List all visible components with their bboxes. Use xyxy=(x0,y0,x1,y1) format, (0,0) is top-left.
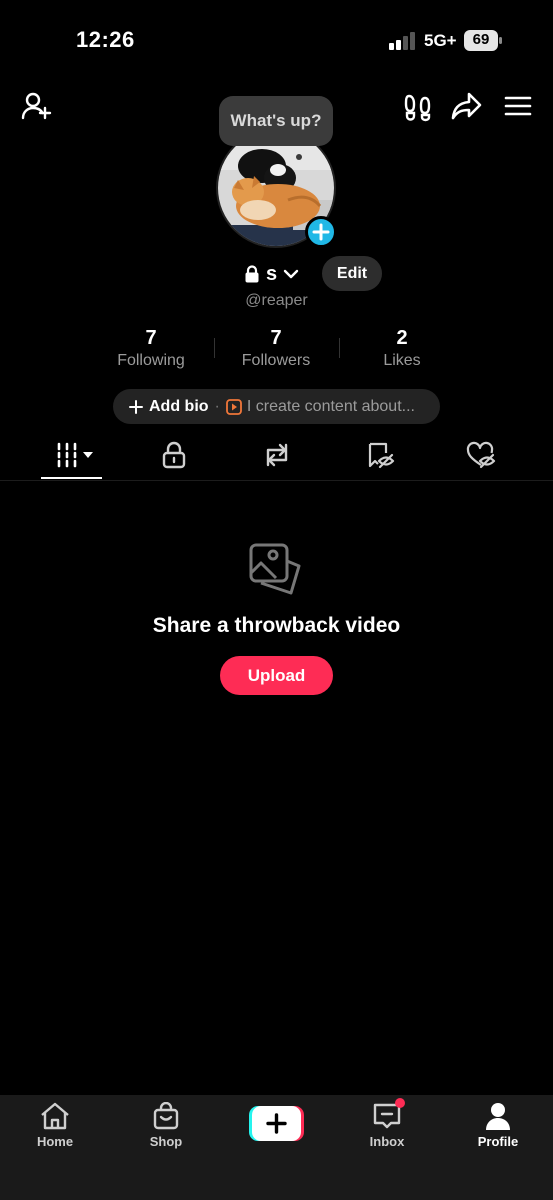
nav-label: Profile xyxy=(477,1134,519,1149)
stat-following[interactable]: 7 Following xyxy=(91,326,211,370)
status-time: 12:26 xyxy=(76,27,135,52)
stat-value: 7 xyxy=(145,327,157,349)
profile-name-row[interactable]: s xyxy=(244,262,299,286)
videos-grid-icon xyxy=(57,442,93,468)
repost-icon xyxy=(266,443,288,467)
stat-value: 7 xyxy=(270,327,282,349)
notification-dot xyxy=(395,1098,405,1108)
shopping-bag-icon xyxy=(153,1102,179,1130)
battery-icon: 69 xyxy=(464,30,502,51)
play-video-icon xyxy=(225,398,242,415)
upload-button[interactable]: Upload xyxy=(220,656,333,695)
active-tab-indicator xyxy=(41,477,102,479)
network-type: 5G+ xyxy=(424,31,457,50)
stat-label: Following xyxy=(117,352,185,369)
tab-liked[interactable] xyxy=(452,437,512,473)
private-lock-icon xyxy=(245,265,259,283)
stat-followers[interactable]: 7 Followers xyxy=(216,326,336,370)
nav-label: Inbox xyxy=(369,1134,405,1149)
tooltip-pointer xyxy=(296,154,302,160)
nav-inbox[interactable]: Inbox xyxy=(347,1098,427,1149)
tab-saved[interactable] xyxy=(351,437,411,473)
photos-icon xyxy=(249,543,301,595)
menu-icon[interactable] xyxy=(500,88,536,124)
liked-icon xyxy=(466,441,496,469)
chevron-down-icon xyxy=(283,269,299,279)
bio-separator: · xyxy=(214,397,220,415)
stat-label: Likes xyxy=(383,352,421,369)
nav-home[interactable]: Home xyxy=(15,1102,95,1149)
add-friend-icon[interactable] xyxy=(18,88,54,124)
create-button[interactable] xyxy=(249,1106,304,1141)
edit-profile-button[interactable]: Edit xyxy=(322,256,382,291)
profile-icon xyxy=(486,1103,510,1130)
empty-state-title: Share a throwback video xyxy=(152,614,401,637)
share-icon[interactable] xyxy=(449,88,485,124)
create-plus-icon xyxy=(249,1106,304,1141)
add-bio-button[interactable]: Add bio · I create content about... xyxy=(113,389,440,424)
tabs-divider xyxy=(0,480,553,481)
profile-handle: @reaper xyxy=(245,292,308,309)
tab-private[interactable] xyxy=(144,437,204,473)
nav-profile[interactable]: Profile xyxy=(458,1102,538,1149)
add-bio-label: Add bio xyxy=(149,397,209,415)
footprints-icon[interactable] xyxy=(400,89,436,125)
status-tooltip[interactable]: What's up? xyxy=(219,96,333,146)
nav-label: Home xyxy=(36,1134,74,1149)
battery-level: 69 xyxy=(472,31,490,48)
plus-icon xyxy=(129,399,143,414)
stat-divider xyxy=(214,338,215,358)
stat-divider xyxy=(339,338,340,358)
bio-prompt: I create content about... xyxy=(246,397,415,415)
lock-icon xyxy=(162,441,186,469)
stat-label: Followers xyxy=(241,352,311,369)
stat-value: 2 xyxy=(396,327,408,349)
stat-likes[interactable]: 2 Likes xyxy=(342,326,462,370)
nav-shop[interactable]: Shop xyxy=(126,1102,206,1149)
tab-reposts[interactable] xyxy=(247,437,307,473)
saved-icon xyxy=(368,442,395,469)
tab-videos[interactable] xyxy=(42,437,102,473)
nav-label: Shop xyxy=(149,1134,183,1149)
profile-name: s xyxy=(266,262,278,285)
home-icon xyxy=(41,1102,69,1130)
add-avatar-button[interactable] xyxy=(305,216,337,248)
signal-icon xyxy=(389,32,415,50)
